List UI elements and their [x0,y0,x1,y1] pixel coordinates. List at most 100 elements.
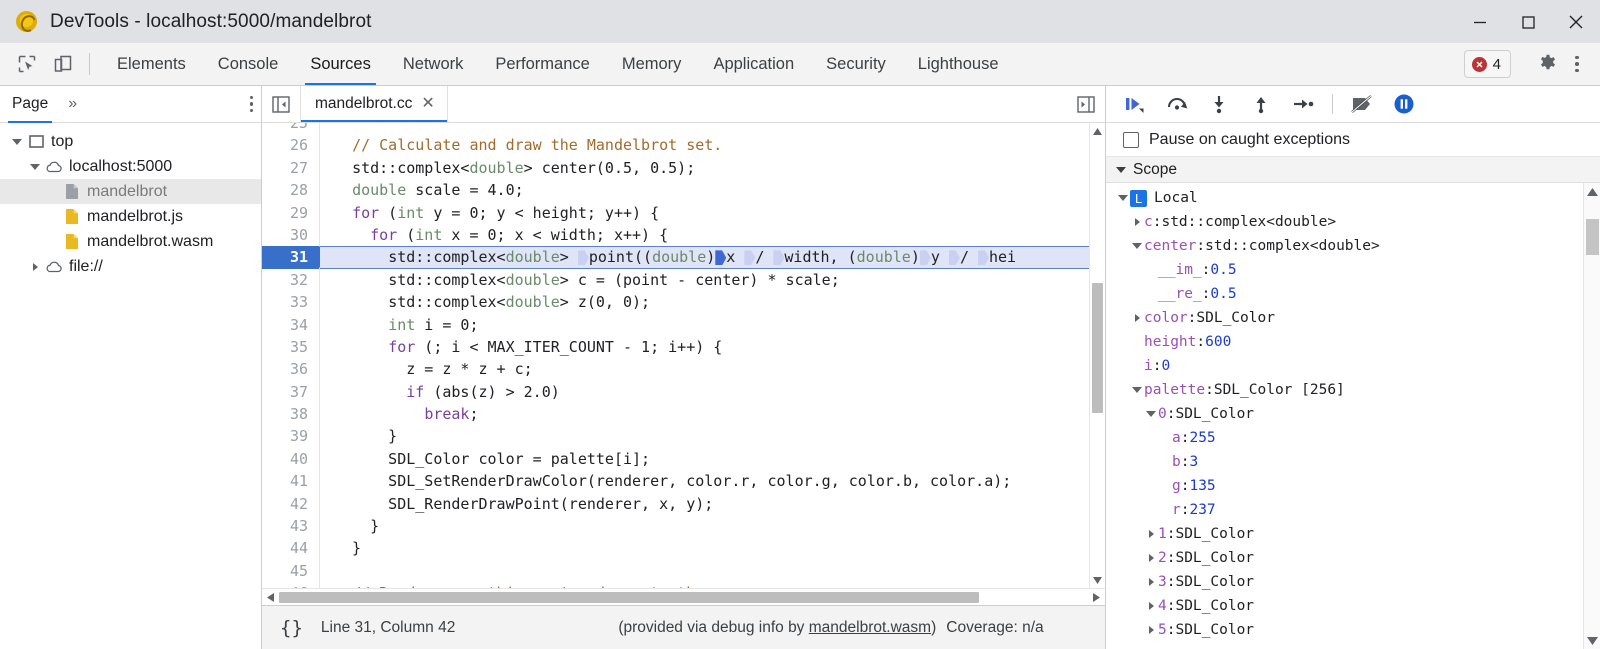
device-toolbar-icon[interactable] [48,49,78,79]
chevron-down-icon[interactable] [1130,243,1144,249]
chevron-right-icon[interactable] [1144,626,1158,634]
tree-item-mandelbrot[interactable]: mandelbrot [0,179,261,204]
step-into-icon[interactable] [1198,87,1240,121]
editor-vertical-scrollbar[interactable] [1089,123,1105,588]
code-line[interactable]: } [320,425,1089,447]
step-over-icon[interactable] [1156,87,1198,121]
step-out-icon[interactable] [1240,87,1282,121]
scope-row[interactable]: 3: SDL_Color [1106,570,1583,594]
code-line[interactable]: double scale = 4.0; [320,179,1089,201]
scope-row[interactable]: L Local [1106,186,1583,210]
scope-row[interactable]: 4: SDL_Color [1106,594,1583,618]
inline-breakpoint-icon[interactable] [949,250,960,265]
line-number[interactable]: 34 [262,314,319,336]
code-line[interactable]: // Calculate and draw the Mandelbrot set… [320,134,1089,156]
tree-item-localhost[interactable]: localhost:5000 [0,154,261,179]
tab-console[interactable]: Console [202,43,295,85]
line-number[interactable]: 30 [262,224,319,246]
collapse-sidebar-icon[interactable] [262,86,300,122]
pause-on-caught-exceptions-row[interactable]: Pause on caught exceptions [1106,123,1600,157]
line-number[interactable]: 41 [262,470,319,492]
scope-row[interactable]: __re_: 0.5 [1106,282,1583,306]
inline-breakpoint-icon[interactable] [744,250,755,265]
scope-row[interactable]: 2: SDL_Color [1106,546,1583,570]
error-count-badge[interactable]: 4 [1463,50,1511,78]
tab-performance[interactable]: Performance [479,43,605,85]
tab-security[interactable]: Security [810,43,902,85]
scope-row[interactable]: color: SDL_Color [1106,306,1583,330]
tab-page[interactable]: Page [0,86,60,123]
code-line[interactable]: std::complex<double> z(0, 0); [320,291,1089,313]
line-number-current[interactable]: 31 [262,246,330,269]
code-line[interactable]: std::complex<double> center(0.5, 0.5); [320,157,1089,179]
code-line[interactable]: if (abs(z) > 2.0) [320,381,1089,403]
hscrollbar-track[interactable] [279,589,1088,606]
scope-row[interactable]: 5: SDL_Color [1106,618,1583,642]
tree-item-mandelbrot-js[interactable]: mandelbrot.js [0,204,261,229]
scope-row[interactable]: a: 255 [1106,426,1583,450]
tab-sources[interactable]: Sources [294,43,387,85]
scroll-up-arrow-icon[interactable] [1584,183,1600,200]
inspect-element-icon[interactable] [12,49,42,79]
code-line[interactable] [320,123,1089,134]
kebab-menu-icon[interactable] [1564,48,1590,80]
line-number[interactable]: 28 [262,179,319,201]
chevron-right-icon[interactable] [1130,218,1144,226]
line-number[interactable]: 43 [262,515,319,537]
editor-tab-mandelbrot-cc[interactable]: mandelbrot.cc ✕ [300,86,448,122]
code-line[interactable]: z = z * z + c; [320,358,1089,380]
expand-caret[interactable] [26,163,44,170]
chevron-down-icon[interactable] [1130,387,1144,393]
line-number[interactable]: 42 [262,493,319,515]
line-number[interactable]: 27 [262,157,319,179]
line-number[interactable]: 35 [262,336,319,358]
pause-on-caught-checkbox[interactable] [1123,131,1139,148]
code-line[interactable]: SDL_SetRenderDrawColor(renderer, color.r… [320,470,1089,492]
scroll-right-arrow-icon[interactable] [1088,592,1105,602]
gear-icon[interactable] [1532,48,1564,80]
code-line-current[interactable]: std::complex<double> point((double) x / w… [320,246,1089,269]
scope-row[interactable]: center: std::complex<double> [1106,234,1583,258]
editor-horizontal-scrollbar[interactable] [262,588,1105,605]
chevron-right-icon[interactable] [1144,578,1158,586]
scroll-down-arrow-icon[interactable] [1584,632,1600,649]
line-number[interactable]: 25 [262,123,319,134]
chevron-down-icon[interactable] [1116,195,1130,201]
pause-circle-icon[interactable] [1383,87,1425,121]
scope-row[interactable]: height: 600 [1106,330,1583,354]
scope-row[interactable]: 0: SDL_Color [1106,402,1583,426]
chevron-right-icon[interactable] [1144,530,1158,538]
line-number[interactable]: 39 [262,425,319,447]
expand-panel-icon[interactable] [1067,86,1105,122]
line-number[interactable]: 36 [262,358,319,380]
code-line[interactable]: for (int x = 0; x < width; x++) { [320,224,1089,246]
tab-application[interactable]: Application [697,43,810,85]
code-line[interactable]: for (int y = 0; y < height; y++) { [320,202,1089,224]
scope-tree[interactable]: L Local c: std::complex<double> center: std… [1106,183,1583,649]
close-icon[interactable]: ✕ [421,96,434,112]
navigator-menu-icon[interactable] [249,95,253,113]
scope-row[interactable]: b: 3 [1106,450,1583,474]
code-line[interactable]: int i = 0; [320,314,1089,336]
line-number[interactable]: 45 [262,560,319,582]
more-tabs-icon[interactable]: » [60,86,85,123]
scope-row[interactable]: r: 237 [1106,498,1583,522]
inline-breakpoint-icon[interactable] [978,250,989,265]
line-number[interactable]: 26 [262,134,319,156]
scope-section-header[interactable]: Scope [1106,157,1600,183]
line-number-gutter[interactable]: 25 26 27 28 29 30 31 32 33 34 35 36 37 38 39 40 41 42 43 44… [262,123,330,588]
scope-row[interactable]: i: 0 [1106,354,1583,378]
scroll-up-arrow-icon[interactable] [1090,123,1105,139]
inline-breakpoint-icon[interactable] [715,250,726,265]
scope-row[interactable]: palette: SDL_Color [256] [1106,378,1583,402]
deactivate-breakpoints-icon[interactable] [1341,87,1383,121]
scroll-left-arrow-icon[interactable] [262,592,279,602]
line-number[interactable]: 33 [262,291,319,313]
scope-row[interactable]: g: 135 [1106,474,1583,498]
step-icon[interactable] [1282,87,1324,121]
code-area[interactable]: // Calculate and draw the Mandelbrot set… [320,123,1089,588]
code-line[interactable]: } [320,537,1089,559]
minimize-icon[interactable] [1456,0,1504,43]
code-line[interactable] [320,560,1089,582]
expand-caret[interactable] [26,262,44,271]
